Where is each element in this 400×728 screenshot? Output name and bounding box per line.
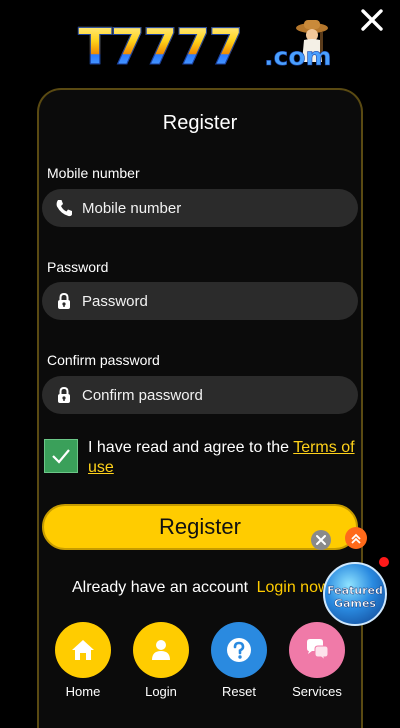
account-prompt: Already have an account Login now [72,579,330,597]
nav-home-label: Home [65,684,101,699]
agree-text: I have read and agree to the Terms of us… [88,438,358,478]
confirm-password-field [42,376,358,414]
password-field [42,282,358,320]
account-prompt-text: Already have an account [72,579,249,596]
logo-wordmark: T7777 [77,18,243,77]
close-icon[interactable] [358,6,386,34]
password-input[interactable] [82,292,332,310]
login-now-link[interactable]: Login now [257,579,330,596]
featured-games-button[interactable]: Featured Games [323,562,387,626]
question-icon [227,638,251,662]
password-label: Password [47,259,109,275]
brand-logo: T7777 .com [77,18,332,77]
home-icon [72,640,94,660]
notification-dot [379,557,389,567]
scroll-top-button[interactable] [345,527,367,549]
phone-icon [54,198,74,218]
user-icon [152,640,170,660]
featured-label-line2: Games [334,597,376,610]
nav-services[interactable]: Services [289,622,345,699]
terms-agreement: I have read and agree to the Terms of us… [44,438,364,478]
services-button[interactable] [289,622,345,678]
confirm-password-input[interactable] [82,386,332,404]
checkmark-icon [52,449,70,464]
featured-label-line1: Featured [327,584,383,597]
nav-reset[interactable]: Reset [211,622,267,699]
reset-button[interactable] [211,622,267,678]
double-chevron-up-icon [351,533,361,544]
close-icon [316,535,326,545]
nav-reset-label: Reset [222,684,256,699]
lock-icon [54,291,74,311]
float-close-button[interactable] [311,530,331,550]
confirm-password-label: Confirm password [47,352,160,368]
login-button[interactable] [133,622,189,678]
home-button[interactable] [55,622,111,678]
mobile-label: Mobile number [47,165,140,181]
agree-checkbox[interactable] [44,439,78,473]
nav-services-label: Services [292,684,342,699]
nav-login[interactable]: Login [133,622,189,699]
logo-domain-suffix: .com [264,42,332,72]
chat-icon [307,639,329,662]
agree-statement: I have read and agree to the [88,439,290,456]
nav-home[interactable]: Home [55,622,111,699]
mobile-field [42,189,358,227]
lock-icon [54,385,74,405]
page-title: Register [162,112,238,134]
nav-login-label: Login [145,684,177,699]
mobile-input[interactable] [82,199,332,217]
